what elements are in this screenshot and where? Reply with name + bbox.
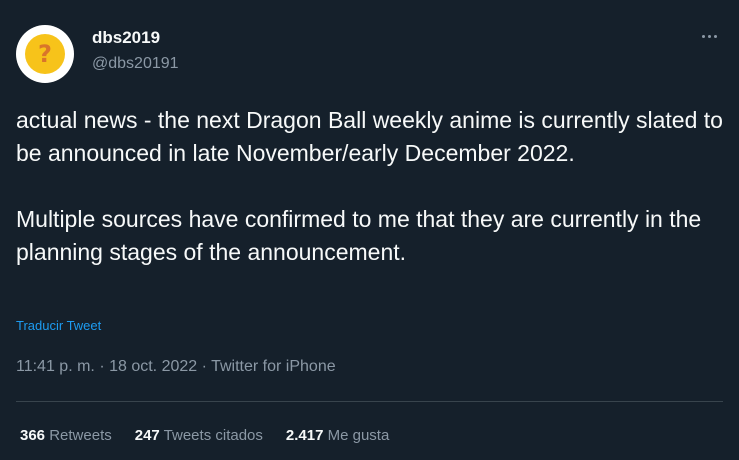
tweet-time[interactable]: 11:41 p. m. bbox=[16, 358, 95, 375]
avatar[interactable]: ? bbox=[16, 25, 74, 83]
more-horizontal-icon bbox=[713, 34, 717, 38]
retweets-stat[interactable]: 366 Retweets bbox=[20, 427, 112, 444]
divider bbox=[16, 401, 723, 402]
tweet-date[interactable]: 18 oct. 2022 bbox=[109, 358, 197, 375]
likes-count: 2.417 bbox=[285, 427, 324, 444]
retweets-count: 366 bbox=[20, 427, 46, 444]
quote-tweets-label: Tweets citados bbox=[163, 427, 263, 444]
retweets-label: Retweets bbox=[49, 427, 112, 444]
separator: · bbox=[201, 358, 207, 375]
tweet-source[interactable]: Twitter for iPhone bbox=[211, 358, 336, 375]
tweet-card: ? dbs2019 @dbs20191 actual news - the ne… bbox=[0, 0, 739, 460]
display-name[interactable]: dbs2019 bbox=[92, 28, 160, 48]
user-handle[interactable]: @dbs20191 bbox=[92, 55, 179, 73]
quote-tweets-stat[interactable]: 247 Tweets citados bbox=[135, 427, 263, 444]
tweet-stats: 366 Retweets 247 Tweets citados 2.417 Me… bbox=[20, 427, 412, 444]
tweet-paragraph: Multiple sources have confirmed to me th… bbox=[16, 206, 702, 265]
likes-label: Me gusta bbox=[327, 427, 390, 444]
more-horizontal-icon bbox=[707, 34, 711, 38]
more-options-button[interactable] bbox=[699, 26, 719, 46]
separator: · bbox=[99, 358, 105, 375]
translate-tweet-link[interactable]: Traducir Tweet bbox=[16, 318, 101, 333]
tweet-text: actual news - the next Dragon Ball weekl… bbox=[16, 104, 723, 269]
tweet-paragraph: actual news - the next Dragon Ball weekl… bbox=[16, 107, 723, 166]
tweet-metadata: 11:41 p. m. · 18 oct. 2022 · Twitter for… bbox=[16, 358, 336, 376]
likes-stat[interactable]: 2.417 Me gusta bbox=[286, 427, 389, 444]
more-horizontal-icon bbox=[701, 34, 705, 38]
quote-tweets-count: 247 bbox=[134, 427, 160, 444]
avatar-question-mark-icon: ? bbox=[25, 34, 65, 74]
